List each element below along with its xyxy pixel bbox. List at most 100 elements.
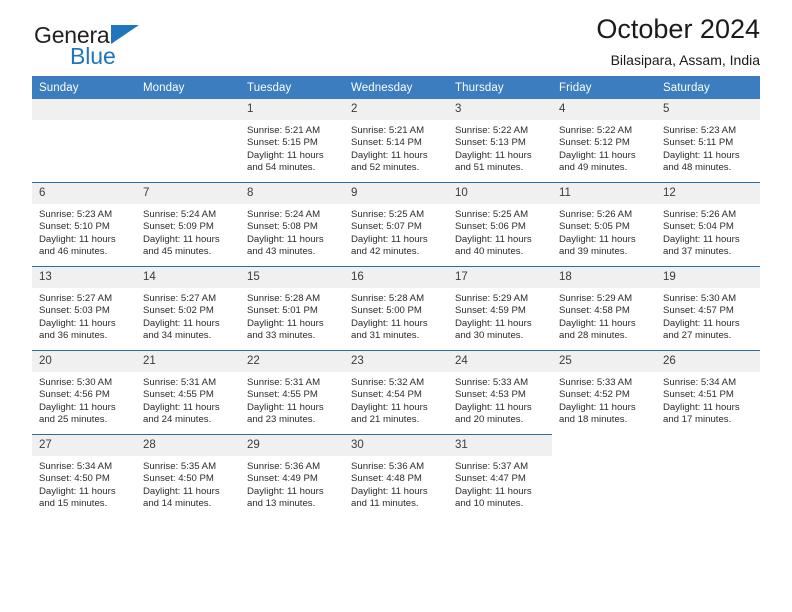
calendar-day-cell[interactable]: 29 Sunrise: 5:36 AM Sunset: 4:49 PM Dayligh… (240, 434, 344, 518)
weekday-header-friday: Friday (552, 76, 656, 99)
calendar-day-cell[interactable]: 31 Sunrise: 5:37 AM Sunset: 4:47 PM Dayligh… (448, 434, 552, 518)
calendar-day-cell[interactable]: 28 Sunrise: 5:35 AM Sunset: 4:50 PM Dayligh… (136, 434, 240, 518)
calendar-day-cell[interactable]: 30 Sunrise: 5:36 AM Sunset: 4:48 PM Dayligh… (344, 434, 448, 518)
day-details: Sunrise: 5:29 AM Sunset: 4:59 PM Daylight:… (448, 288, 552, 342)
day-details: Sunrise: 5:27 AM Sunset: 5:02 PM Daylight:… (136, 288, 240, 342)
sunrise-time: Sunrise: 5:34 AM (663, 377, 737, 388)
calendar-day-cell[interactable]: 3 Sunrise: 5:22 AM Sunset: 5:13 PM Daylight… (448, 99, 552, 183)
calendar-day-cell[interactable]: 23 Sunrise: 5:32 AM Sunset: 4:54 PM Dayligh… (344, 350, 448, 435)
daylight-duration-line2: and 36 minutes. (39, 329, 108, 341)
calendar-day-cell[interactable]: 14 Sunrise: 5:27 AM Sunset: 5:02 PM Dayligh… (136, 266, 240, 351)
day-details: Sunrise: 5:22 AM Sunset: 5:12 PM Daylight:… (552, 120, 656, 174)
daylight-duration-line1: Daylight: 11 hours (455, 149, 532, 161)
sunrise-time: Sunrise: 5:31 AM (143, 377, 217, 388)
day-details: Sunrise: 5:21 AM Sunset: 5:14 PM Daylight:… (344, 120, 448, 174)
calendar-day-cell[interactable]: 5 Sunrise: 5:23 AM Sunset: 5:11 PM Daylight… (656, 99, 760, 183)
sunset-time: Sunset: 5:14 PM (351, 137, 422, 149)
sunset-time: Sunset: 4:50 PM (39, 473, 110, 485)
day-number (32, 99, 136, 120)
daylight-duration-line1: Daylight: 11 hours (663, 233, 740, 245)
calendar-day-cell[interactable]: 17 Sunrise: 5:29 AM Sunset: 4:59 PM Dayligh… (448, 266, 552, 351)
day-cell-inner: 10 Sunrise: 5:25 AM Sunset: 5:06 PM Dayligh… (448, 183, 552, 266)
calendar-day-cell[interactable]: 26 Sunrise: 5:34 AM Sunset: 4:51 PM Dayligh… (656, 350, 760, 435)
calendar-day-cell[interactable]: 4 Sunrise: 5:22 AM Sunset: 5:12 PM Daylight… (552, 99, 656, 183)
day-details: Sunrise: 5:24 AM Sunset: 5:09 PM Daylight:… (136, 204, 240, 258)
sunset-time: Sunset: 5:09 PM (143, 221, 214, 233)
sunset-time: Sunset: 4:49 PM (247, 473, 318, 485)
calendar-day-cell[interactable]: 13 Sunrise: 5:27 AM Sunset: 5:03 PM Dayligh… (32, 266, 136, 351)
sunrise-time: Sunrise: 5:29 AM (559, 293, 633, 304)
calendar-day-cell[interactable]: 2 Sunrise: 5:21 AM Sunset: 5:14 PM Daylight… (344, 99, 448, 183)
daylight-duration-line2: and 24 minutes. (143, 413, 212, 425)
calendar-day-cell[interactable]: 8 Sunrise: 5:24 AM Sunset: 5:08 PM Daylight… (240, 182, 344, 267)
calendar-day-cell[interactable]: 10 Sunrise: 5:25 AM Sunset: 5:06 PM Dayligh… (448, 182, 552, 267)
day-number: 17 (448, 267, 552, 288)
calendar-day-cell[interactable]: 27 Sunrise: 5:34 AM Sunset: 4:50 PM Dayligh… (32, 434, 136, 518)
day-cell-inner: 9 Sunrise: 5:25 AM Sunset: 5:07 PM Daylight… (344, 183, 448, 266)
day-number: 26 (656, 351, 760, 372)
day-number (552, 435, 656, 456)
day-details: Sunrise: 5:32 AM Sunset: 4:54 PM Daylight:… (344, 372, 448, 426)
sunrise-time: Sunrise: 5:30 AM (39, 377, 113, 388)
sunset-time: Sunset: 5:00 PM (351, 305, 422, 317)
weekday-header-saturday: Saturday (656, 76, 760, 99)
sunrise-time: Sunrise: 5:22 AM (455, 125, 529, 136)
day-cell-inner: 15 Sunrise: 5:28 AM Sunset: 5:01 PM Dayligh… (240, 267, 344, 350)
triangle-icon (111, 25, 139, 44)
sunrise-time: Sunrise: 5:37 AM (455, 461, 529, 472)
sunrise-time: Sunrise: 5:21 AM (351, 125, 425, 136)
calendar-day-cell[interactable]: 21 Sunrise: 5:31 AM Sunset: 4:55 PM Dayligh… (136, 350, 240, 435)
calendar-day-cell[interactable]: 11 Sunrise: 5:26 AM Sunset: 5:05 PM Dayligh… (552, 182, 656, 267)
calendar-week-row: 20 Sunrise: 5:30 AM Sunset: 4:56 PM Dayligh… (32, 350, 760, 435)
day-cell-inner: 2 Sunrise: 5:21 AM Sunset: 5:14 PM Daylight… (344, 99, 448, 182)
calendar-day-cell[interactable]: 20 Sunrise: 5:30 AM Sunset: 4:56 PM Dayligh… (32, 350, 136, 435)
day-number: 25 (552, 351, 656, 372)
daylight-duration-line1: Daylight: 11 hours (143, 401, 220, 413)
day-cell-inner: 11 Sunrise: 5:26 AM Sunset: 5:05 PM Dayligh… (552, 183, 656, 266)
daylight-duration-line1: Daylight: 11 hours (559, 401, 636, 413)
calendar-day-cell[interactable]: 9 Sunrise: 5:25 AM Sunset: 5:07 PM Daylight… (344, 182, 448, 267)
calendar-day-cell[interactable]: 24 Sunrise: 5:33 AM Sunset: 4:53 PM Dayligh… (448, 350, 552, 435)
calendar-day-cell[interactable]: 12 Sunrise: 5:26 AM Sunset: 5:04 PM Dayligh… (656, 182, 760, 267)
daylight-duration-line2: and 43 minutes. (247, 245, 316, 257)
day-cell-inner (32, 99, 136, 182)
day-cell-inner: 26 Sunrise: 5:34 AM Sunset: 4:51 PM Dayligh… (656, 351, 760, 435)
day-cell-inner: 25 Sunrise: 5:33 AM Sunset: 4:52 PM Dayligh… (552, 351, 656, 435)
daylight-duration-line2: and 23 minutes. (247, 413, 316, 425)
calendar-day-cell[interactable]: 25 Sunrise: 5:33 AM Sunset: 4:52 PM Dayligh… (552, 350, 656, 435)
day-cell-inner (656, 435, 760, 519)
sunset-time: Sunset: 4:55 PM (247, 389, 318, 401)
calendar-day-cell[interactable]: 16 Sunrise: 5:28 AM Sunset: 5:00 PM Dayligh… (344, 266, 448, 351)
daylight-duration-line1: Daylight: 11 hours (455, 401, 532, 413)
day-number: 6 (32, 183, 136, 204)
daylight-duration-line1: Daylight: 11 hours (247, 149, 324, 161)
sunrise-time: Sunrise: 5:35 AM (143, 461, 217, 472)
calendar-day-cell[interactable]: 1 Sunrise: 5:21 AM Sunset: 5:15 PM Daylight… (240, 99, 344, 183)
sunrise-time: Sunrise: 5:23 AM (39, 209, 113, 220)
calendar-day-cell[interactable]: 22 Sunrise: 5:31 AM Sunset: 4:55 PM Dayligh… (240, 350, 344, 435)
calendar-day-cell[interactable]: 18 Sunrise: 5:29 AM Sunset: 4:58 PM Dayligh… (552, 266, 656, 351)
sunset-time: Sunset: 5:13 PM (455, 137, 526, 149)
calendar-day-cell[interactable]: 6 Sunrise: 5:23 AM Sunset: 5:10 PM Daylight… (32, 182, 136, 267)
sunset-time: Sunset: 4:57 PM (663, 305, 734, 317)
calendar-cell-empty (136, 99, 240, 183)
calendar-cell-empty (552, 434, 656, 518)
sunrise-time: Sunrise: 5:24 AM (143, 209, 217, 220)
day-details: Sunrise: 5:30 AM Sunset: 4:56 PM Daylight:… (32, 372, 136, 426)
calendar-day-cell[interactable]: 15 Sunrise: 5:28 AM Sunset: 5:01 PM Dayligh… (240, 266, 344, 351)
calendar-day-cell[interactable]: 19 Sunrise: 5:30 AM Sunset: 4:57 PM Dayligh… (656, 266, 760, 351)
daylight-duration-line1: Daylight: 11 hours (351, 317, 428, 329)
daylight-duration-line1: Daylight: 11 hours (559, 317, 636, 329)
day-number: 21 (136, 351, 240, 372)
sunset-time: Sunset: 4:56 PM (39, 389, 110, 401)
sunset-time: Sunset: 4:54 PM (351, 389, 422, 401)
daylight-duration-line2: and 40 minutes. (455, 245, 524, 257)
day-number (656, 435, 760, 456)
weekday-header-wednesday: Wednesday (344, 76, 448, 99)
sunset-time: Sunset: 5:03 PM (39, 305, 110, 317)
sunset-time: Sunset: 5:02 PM (143, 305, 214, 317)
day-details: Sunrise: 5:36 AM Sunset: 4:49 PM Daylight:… (240, 456, 344, 510)
daylight-duration-line1: Daylight: 11 hours (247, 485, 324, 497)
calendar-day-cell[interactable]: 7 Sunrise: 5:24 AM Sunset: 5:09 PM Daylight… (136, 182, 240, 267)
daylight-duration-line1: Daylight: 11 hours (455, 233, 532, 245)
